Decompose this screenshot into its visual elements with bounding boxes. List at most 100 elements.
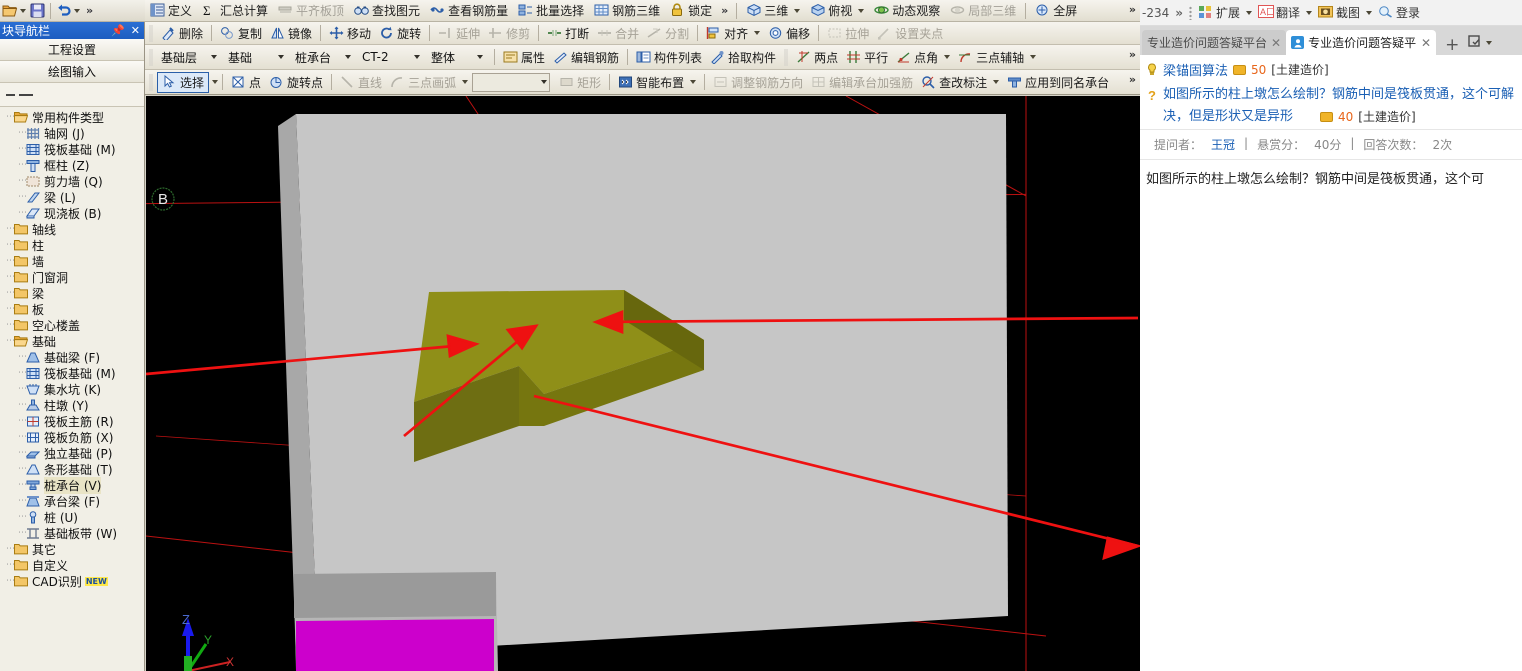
toolbar-grip[interactable] — [149, 73, 153, 91]
tree-item[interactable]: ⋯ 轴线 — [2, 221, 144, 237]
menu-find-element[interactable]: 查找图元 — [349, 1, 425, 21]
toolbar-grip[interactable] — [784, 48, 789, 66]
tool-three-point-axis[interactable]: 三点辅轴 — [954, 47, 1040, 68]
tool-select[interactable]: 选择 — [157, 71, 210, 93]
tool-pick-component[interactable]: 拾取构件 — [706, 47, 780, 68]
tab-list-icon[interactable] — [1468, 34, 1483, 49]
display-mode-select[interactable]: 整体 — [427, 48, 485, 67]
tree-item[interactable]: ⋯ 基础板带 (W) — [2, 525, 144, 541]
tree-item[interactable]: ⋯ 筏板基础 (M) — [2, 141, 144, 157]
quick-access-overflow[interactable]: » — [82, 4, 97, 17]
browser-menu-dots[interactable] — [1189, 5, 1192, 20]
chevron-down-icon[interactable] — [212, 80, 219, 84]
tool-set-grip[interactable]: 设置夹点 — [873, 23, 947, 44]
menu-fullscreen[interactable]: 全屏 — [1030, 1, 1082, 21]
tool-align[interactable]: 对齐 — [702, 23, 764, 44]
tool-copy[interactable]: 复制 — [216, 23, 266, 44]
tool-two-point-axis[interactable]: 两点 — [792, 47, 842, 68]
draw-toolbar-overflow[interactable]: » — [1129, 73, 1136, 86]
menu-lock[interactable]: 锁定 — [665, 1, 717, 21]
tool-line[interactable]: 直线 — [336, 72, 386, 93]
component-select[interactable]: CT-2 — [358, 48, 422, 67]
tree-item[interactable]: ⋯ 梁 (L) — [2, 189, 144, 205]
tree-item[interactable]: ⋯ 轴网 (J) — [2, 125, 144, 141]
tool-stretch[interactable]: 拉伸 — [823, 23, 873, 44]
tool-edit-rebar[interactable]: 编辑钢筋 — [549, 47, 623, 68]
tree-item[interactable]: ⋯ 剪力墙 (Q) — [2, 173, 144, 189]
asker-name[interactable]: 王冠 — [1211, 136, 1235, 153]
new-tab-button[interactable]: + — [1436, 35, 1468, 55]
chevron-down-icon[interactable] — [1306, 10, 1313, 15]
tree-item[interactable]: ⋯ 其它 — [2, 541, 144, 557]
model-viewport-3d[interactable]: B Z Y X — [146, 96, 1140, 671]
chevron-down-icon[interactable] — [345, 55, 351, 59]
close-icon[interactable]: ✕ — [131, 24, 140, 37]
browser-translate-button[interactable]: A口 翻译 — [1258, 4, 1313, 21]
undo-button[interactable] — [54, 1, 82, 21]
tree-item[interactable]: ⋯ 柱 — [2, 237, 144, 253]
related-question-link[interactable]: 梁锚固算法 — [1163, 60, 1228, 79]
arc-style-select[interactable] — [472, 72, 551, 92]
tool-edit-cap-rebar[interactable]: 编辑承台加强筋 — [807, 72, 917, 93]
view-menu-overflow[interactable]: » — [1129, 3, 1136, 16]
chevron-down-icon[interactable] — [74, 8, 80, 13]
browser-screenshot-button[interactable]: 截图 — [1318, 4, 1373, 21]
tree-item[interactable]: ⋯ 门窗洞 — [2, 269, 144, 285]
open-file-button[interactable] — [0, 1, 28, 21]
browser-overflow-chevron[interactable]: » — [1175, 6, 1183, 20]
tool-split[interactable]: 分割 — [643, 23, 693, 44]
chevron-down-icon[interactable] — [414, 55, 420, 59]
menu-summary-calc[interactable]: Σ 汇总计算 — [197, 1, 273, 21]
close-icon[interactable]: ✕ — [1421, 36, 1431, 50]
tool-parallel-axis[interactable]: 平行 — [842, 47, 892, 68]
menu-define[interactable]: 定义 — [145, 1, 197, 21]
chevron-down-icon[interactable] — [541, 80, 548, 84]
tool-component-list[interactable]: 构件列表 — [632, 47, 706, 68]
nav-button-project-settings[interactable]: 工程设置 — [0, 39, 144, 61]
chevron-down-icon[interactable] — [690, 80, 697, 84]
chevron-down-icon[interactable] — [858, 8, 865, 13]
tree-item[interactable]: ⋯ 筏板负筋 (X) — [2, 429, 144, 445]
tool-offset[interactable]: 偏移 — [764, 23, 814, 44]
tool-adjust-rebar-direction[interactable]: 调整钢筋方向 — [709, 72, 807, 93]
tool-point[interactable]: 点 — [227, 72, 265, 93]
browser-login-button[interactable]: 登录 — [1378, 4, 1420, 21]
tool-check-annotation[interactable]: 查改标注 — [917, 72, 1003, 93]
tree-item[interactable]: ⋯ 梁 — [2, 285, 144, 301]
tool-rectangle[interactable]: 矩形 — [555, 72, 605, 93]
tool-move[interactable]: 移动 — [325, 23, 375, 44]
chevron-down-icon[interactable] — [477, 55, 483, 59]
tree-item[interactable]: ⋯ 柱墩 (Y) — [2, 397, 144, 413]
chevron-down-icon[interactable] — [1366, 10, 1373, 15]
chevron-down-icon[interactable] — [993, 80, 1000, 84]
menu-align-slab-top[interactable]: 平齐板顶 — [273, 1, 349, 21]
tool-mirror[interactable]: 镜像 — [266, 23, 316, 44]
pin-icon[interactable]: 📌 — [111, 24, 125, 37]
tree-item[interactable]: ⋯ 常用构件类型 — [2, 109, 144, 125]
menu-local-3d[interactable]: 局部三维 — [945, 1, 1021, 21]
tool-properties[interactable]: 属性 — [499, 47, 549, 68]
menu-3d-view[interactable]: 三维 — [741, 1, 805, 21]
menu-top-view[interactable]: 俯视 — [805, 1, 869, 21]
tree-item[interactable]: ⋯ 基础 — [2, 333, 144, 349]
tool-merge[interactable]: 合并 — [593, 23, 643, 44]
tree-item[interactable]: ⋯ 桩 (U) — [2, 509, 144, 525]
toolbar-grip[interactable] — [149, 24, 153, 42]
menu-batch-select[interactable]: 批量选择 — [513, 1, 589, 21]
tool-three-point-arc[interactable]: 三点画弧 — [386, 72, 472, 93]
tree-item[interactable]: ⋯ 集水坑 (K) — [2, 381, 144, 397]
tool-break[interactable]: 打断 — [543, 23, 593, 44]
tree-item[interactable]: ⋯ 现浇板 (B) — [2, 205, 144, 221]
floor-select[interactable]: 基础层 — [157, 48, 219, 67]
tree-item[interactable]: ⋯ 空心楼盖 — [2, 317, 144, 333]
menu-view-rebar-qty[interactable]: 查看钢筋量 — [425, 1, 513, 21]
browser-tab-2[interactable]: 专业造价问题答疑平台 ✕ — [1286, 30, 1437, 55]
toolbar-grip[interactable] — [149, 48, 153, 66]
chevron-down-icon[interactable] — [1030, 55, 1037, 59]
tree-item[interactable]: ⋯ 独立基础 (P) — [2, 445, 144, 461]
tool-trim[interactable]: 修剪 — [484, 23, 534, 44]
tree-item[interactable]: ⋯ 筏板主筋 (R) — [2, 413, 144, 429]
chevron-down-icon[interactable] — [1246, 10, 1253, 15]
browser-extensions-button[interactable]: 扩展 — [1198, 4, 1253, 21]
chevron-down-icon[interactable] — [794, 8, 801, 13]
